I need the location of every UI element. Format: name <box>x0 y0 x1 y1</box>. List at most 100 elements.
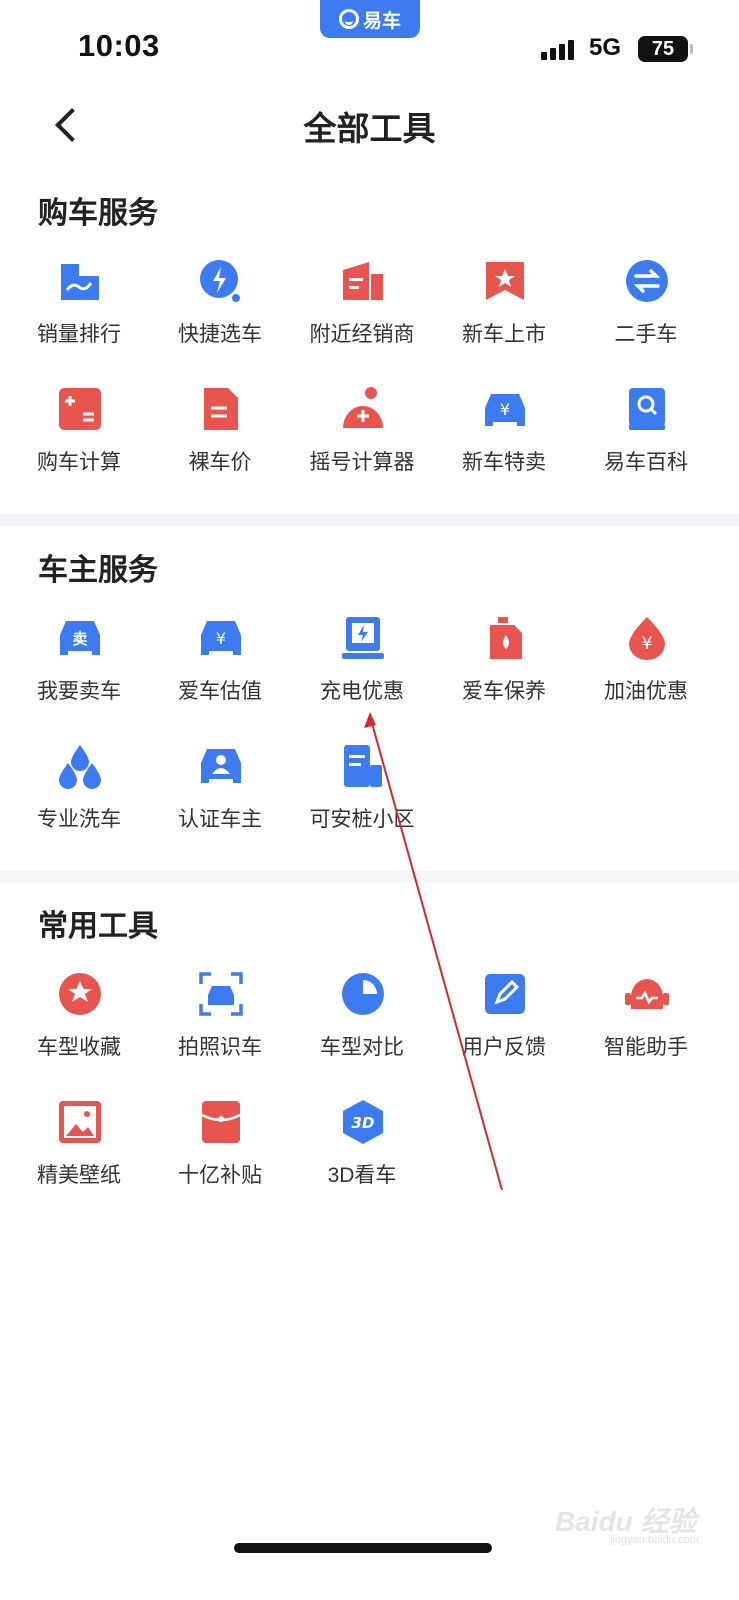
tool-compare[interactable]: 车型对比 <box>292 971 432 1081</box>
svg-text:¥: ¥ <box>216 629 226 648</box>
tool-lottery[interactable]: 摇号计算器 <box>292 386 432 496</box>
tool-label: 新车特卖 <box>462 451 546 474</box>
tool-quick-select[interactable]: 快捷选车 <box>150 258 290 368</box>
tool-label: 3D看车 <box>327 1164 397 1187</box>
tool-used-car[interactable]: 二手车 <box>576 258 716 368</box>
verified-owner-icon <box>201 749 241 783</box>
dealer-icon <box>343 262 383 300</box>
section-divider <box>0 514 739 526</box>
tool-label: 车型收藏 <box>37 1036 121 1059</box>
tool-encyclopedia[interactable]: 易车百科 <box>576 386 716 496</box>
3d-view-icon: 3D <box>343 1100 383 1144</box>
used-car-icon <box>626 260 668 302</box>
tool-label: 快捷选车 <box>178 323 262 346</box>
fuel-drop-icon: ¥ <box>629 617 665 660</box>
sales-rank-icon <box>61 264 99 300</box>
tool-label: 爱车估值 <box>178 680 262 703</box>
section-owner-services: 车主服务 卖 我要卖车 ¥ 爱车估值 充电优惠 爱车保养 ¥ 加油优惠 专业洗车… <box>0 545 739 865</box>
tool-label: 附近经销商 <box>309 323 415 346</box>
tool-dealer[interactable]: 附近经销商 <box>292 258 432 368</box>
lottery-icon <box>343 387 383 428</box>
tool-label: 精美壁纸 <box>37 1164 121 1187</box>
tool-3d-view[interactable]: 3D 3D看车 <box>292 1099 432 1209</box>
tool-label: 摇号计算器 <box>309 451 415 474</box>
tool-assistant[interactable]: 智能助手 <box>576 971 716 1081</box>
tool-verified-owner[interactable]: 认证车主 <box>150 743 290 853</box>
quick-select-icon <box>200 260 240 302</box>
tool-sell-car[interactable]: 卖 我要卖车 <box>9 615 149 725</box>
section-title: 车主服务 <box>38 554 158 587</box>
compare-icon <box>342 973 384 1015</box>
tool-label: 爱车保养 <box>462 680 546 703</box>
watermark-url: jingyan.baidu.com <box>610 1534 699 1546</box>
tool-charging-pile[interactable]: 可安桩小区 <box>292 743 432 853</box>
battery-icon: 75 <box>638 36 693 62</box>
oil-can-icon <box>490 617 522 659</box>
tool-scan-car[interactable]: 拍照识车 <box>150 971 290 1081</box>
wallpaper-icon <box>59 1101 101 1143</box>
tool-label: 智能助手 <box>604 1036 688 1059</box>
svg-text:3D: 3D <box>352 1114 375 1132</box>
encyclopedia-icon <box>629 388 665 430</box>
tool-label: 十亿补贴 <box>178 1164 262 1187</box>
svg-text:卖: 卖 <box>72 630 87 648</box>
charging-icon <box>342 617 384 659</box>
tool-label: 车型对比 <box>320 1036 404 1059</box>
tool-calculator[interactable]: 购车计算 <box>9 386 149 496</box>
tool-sales-rank[interactable]: 销量排行 <box>9 258 149 368</box>
app-badge-label: 易车 <box>362 10 401 32</box>
tool-charging[interactable]: 充电优惠 <box>292 615 432 725</box>
section-purchase-services: 购车服务 销量排行 快捷选车 附近经销商 新车上市 二手车 购车计算 裸车价 摇… <box>0 188 739 518</box>
tool-label: 销量排行 <box>37 323 121 346</box>
section-title: 购车服务 <box>38 197 158 230</box>
tool-label: 易车百科 <box>604 451 688 474</box>
tool-new-car-launch[interactable]: 新车上市 <box>434 258 574 368</box>
subsidy-icon <box>201 1101 241 1143</box>
car-sale-icon: ¥ <box>485 394 525 426</box>
network-type: 5G <box>589 34 622 61</box>
tool-label: 购车计算 <box>37 451 121 474</box>
status-bar: 10:03 易车 5G 75 <box>0 0 739 90</box>
page-title: 全部工具 <box>303 110 436 147</box>
tool-car-wash[interactable]: 专业洗车 <box>9 743 149 853</box>
tool-label: 我要卖车 <box>37 680 121 703</box>
svg-text:¥: ¥ <box>500 400 510 419</box>
tool-favorite[interactable]: 车型收藏 <box>9 971 149 1081</box>
charging-pile-icon <box>344 745 382 787</box>
new-car-launch-icon <box>486 262 524 300</box>
tool-label: 拍照识车 <box>178 1036 262 1059</box>
section-title: 常用工具 <box>38 910 158 943</box>
tool-wallpaper[interactable]: 精美壁纸 <box>9 1099 149 1209</box>
yiche-logo-icon <box>338 9 359 29</box>
signal-icon <box>541 38 577 60</box>
sell-car-icon: 卖 <box>60 621 100 655</box>
tool-label: 充电优惠 <box>320 680 404 703</box>
section-common-tools: 常用工具 车型收藏 拍照识车 车型对比 用户反馈 智能助手 精美壁纸 十亿补贴 … <box>0 901 739 1221</box>
tool-label: 认证车主 <box>178 808 262 831</box>
tool-fuel[interactable]: ¥ 加油优惠 <box>576 615 716 725</box>
tool-label: 用户反馈 <box>462 1036 546 1059</box>
tool-valuation[interactable]: ¥ 爱车估值 <box>150 615 290 725</box>
tool-maintenance[interactable]: 爱车保养 <box>434 615 574 725</box>
tool-feedback[interactable]: 用户反馈 <box>434 971 574 1081</box>
home-indicator[interactable] <box>234 1543 492 1553</box>
tool-price-doc[interactable]: 裸车价 <box>150 386 290 496</box>
car-wash-icon <box>59 745 101 789</box>
favorite-icon <box>59 973 101 1015</box>
tool-label: 二手车 <box>614 323 678 346</box>
assistant-icon <box>625 979 669 1009</box>
tool-subsidy[interactable]: 十亿补贴 <box>150 1099 290 1209</box>
tool-label: 可安桩小区 <box>309 808 415 831</box>
tool-car-sale[interactable]: ¥ 新车特卖 <box>434 386 574 496</box>
scan-car-icon <box>199 972 243 1016</box>
valuation-icon: ¥ <box>201 621 241 655</box>
feedback-icon <box>485 974 525 1014</box>
status-time: 10:03 <box>78 28 160 63</box>
tool-label: 专业洗车 <box>37 808 121 831</box>
section-divider <box>0 871 739 883</box>
nav-bar: 全部工具 <box>0 90 739 160</box>
price-doc-icon <box>204 388 238 430</box>
battery-level: 75 <box>651 37 675 60</box>
tool-label: 加油优惠 <box>604 680 688 703</box>
app-badge: 易车 <box>320 0 420 38</box>
